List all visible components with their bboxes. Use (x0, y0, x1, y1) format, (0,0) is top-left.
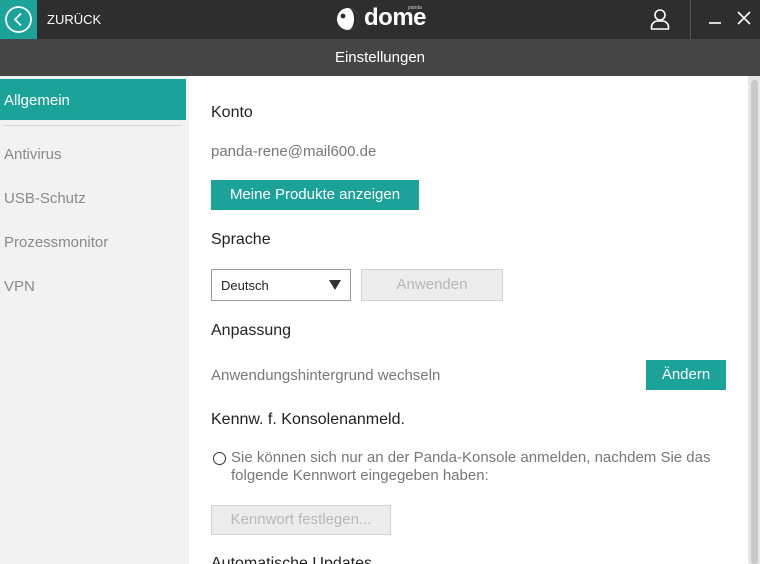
account-heading: Konto (211, 104, 253, 121)
scrollbar-thumb[interactable] (751, 80, 758, 564)
title-bar: Einstellungen (0, 39, 760, 76)
back-button[interactable] (0, 0, 37, 39)
console-password-option-text: Sie können sich nur an der Panda-Konsole… (231, 449, 711, 484)
customization-heading: Anpassung (211, 322, 292, 339)
sidebar-item-prozessmonitor[interactable]: Prozessmonitor (4, 234, 108, 251)
console-password-heading: Kennw. f. Konsolenanmeld. (211, 411, 405, 428)
change-background-button[interactable]: Ändern (646, 360, 726, 390)
language-select[interactable]: Deutsch (211, 269, 351, 301)
dropdown-arrow-icon (329, 280, 341, 290)
toolbar-divider (690, 0, 691, 39)
page-title: Einstellungen (334, 49, 426, 66)
account-email: panda-rene@mail600.de (211, 143, 377, 160)
language-select-value: Deutsch (221, 278, 269, 293)
apply-language-button[interactable]: Anwenden (361, 269, 503, 301)
top-bar: ZURÜCK panda dome (0, 0, 760, 39)
updates-heading: Automatische Updates (211, 555, 372, 564)
back-label[interactable]: ZURÜCK (47, 12, 101, 27)
sidebar-item-vpn[interactable]: VPN (4, 278, 35, 295)
logo-text: dome (364, 4, 427, 31)
show-products-button[interactable]: Meine Produkte anzeigen (211, 180, 419, 210)
user-button[interactable] (640, 0, 690, 39)
close-button[interactable] (732, 8, 756, 30)
sidebar: Allgemein Antivirus USB-Schutz Prozessmo… (0, 76, 189, 564)
sidebar-divider (4, 125, 182, 126)
sidebar-item-allgemein[interactable]: Allgemein (0, 79, 186, 120)
settings-panel: Konto panda-rene@mail600.de Meine Produk… (189, 76, 748, 564)
minimize-button[interactable] (704, 8, 728, 30)
close-icon (737, 11, 751, 25)
language-heading: Sprache (211, 231, 271, 248)
panda-logo-icon (337, 8, 359, 30)
user-icon (650, 9, 670, 30)
sidebar-item-label: Allgemein (4, 92, 70, 109)
back-arrow-icon (5, 6, 32, 33)
background-label: Anwendungshintergrund wechseln (211, 367, 441, 384)
console-password-radio[interactable] (213, 452, 226, 465)
minimize-icon (709, 22, 721, 24)
sidebar-item-antivirus[interactable]: Antivirus (4, 146, 62, 163)
sidebar-item-usb-schutz[interactable]: USB-Schutz (4, 190, 86, 207)
set-password-button[interactable]: Kennwort festlegen... (211, 505, 391, 535)
